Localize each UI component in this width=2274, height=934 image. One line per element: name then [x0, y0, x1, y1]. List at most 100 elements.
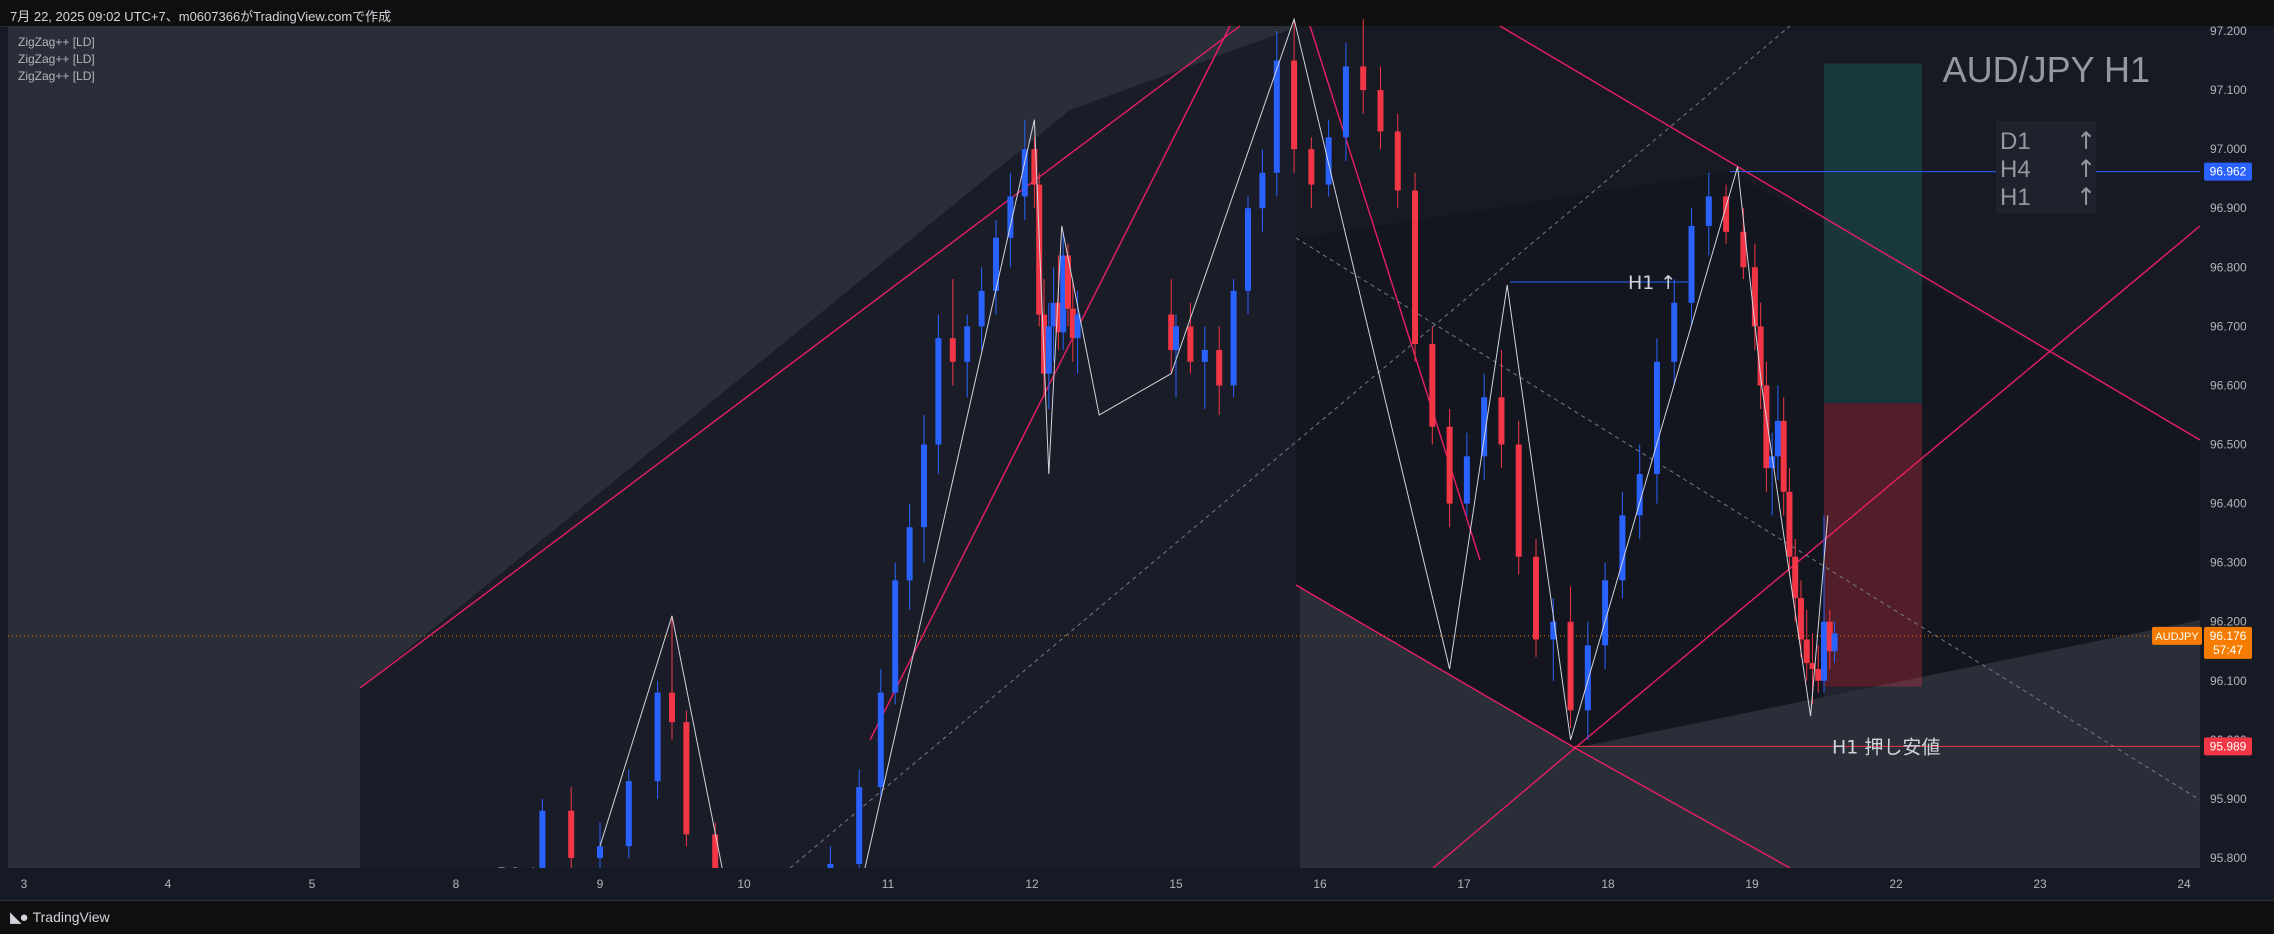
brand-name: TradingView — [32, 909, 110, 925]
candle-body[interactable] — [1259, 172, 1266, 209]
candle-body[interactable] — [1463, 456, 1470, 504]
candle-body[interactable] — [1201, 349, 1208, 362]
x-axis-tick-label: 22 — [1889, 877, 1903, 891]
candle-body[interactable] — [1763, 385, 1770, 469]
candle-body[interactable] — [1065, 255, 1071, 309]
candle-body[interactable] — [1515, 444, 1522, 557]
y-axis-tick-label: 96.500 — [2210, 438, 2247, 452]
candle-body[interactable] — [1831, 633, 1838, 652]
indicator-label[interactable]: ZigZag++ [LD] — [18, 68, 95, 85]
candle-body[interactable] — [1291, 60, 1298, 150]
candle-body[interactable] — [1273, 60, 1280, 173]
candle-body[interactable] — [1815, 668, 1822, 681]
x-axis-tick-label: 5 — [309, 877, 316, 891]
y-axis-tick-label: 95.900 — [2210, 792, 2247, 806]
y-axis-tick-label: 97.000 — [2210, 142, 2247, 156]
footer-bar — [0, 900, 2274, 934]
candle-body[interactable] — [1671, 302, 1678, 362]
price-chart[interactable]: AUD/JPY H1D1↑H4↑H1↑H1 ↑H1 押し安値D1 ↑97.200… — [0, 0, 2274, 900]
support-price-label: 95.989 — [2210, 739, 2247, 753]
candle-body[interactable] — [1187, 326, 1194, 362]
trend-table-timeframe: H4 — [2000, 156, 2031, 183]
y-axis-tick-label: 95.800 — [2210, 851, 2247, 865]
candle-body[interactable] — [1803, 639, 1810, 664]
candle-body[interactable] — [906, 527, 913, 581]
candle-body[interactable] — [1705, 196, 1712, 226]
candle-body[interactable] — [1245, 208, 1251, 291]
x-axis-tick-label: 17 — [1457, 877, 1471, 891]
h1-high-annotation: H1 ↑ — [1628, 272, 1676, 294]
candle-body[interactable] — [654, 692, 661, 782]
indicator-legend: ZigZag++ [LD] ZigZag++ [LD] ZigZag++ [LD… — [18, 34, 95, 85]
candle-body[interactable] — [1446, 426, 1453, 504]
indicator-label[interactable]: ZigZag++ [LD] — [18, 34, 95, 51]
h1-support-annotation: H1 押し安値 — [1832, 736, 1940, 758]
candle-body[interactable] — [1412, 190, 1419, 345]
position-target-zone[interactable] — [1824, 63, 1922, 404]
candle-body[interactable] — [1688, 225, 1695, 303]
candle-body[interactable] — [1498, 397, 1505, 445]
candle-body[interactable] — [1821, 621, 1827, 681]
x-axis-tick-label: 9 — [597, 877, 604, 891]
candle-body[interactable] — [1325, 137, 1332, 185]
x-axis-panel[interactable] — [0, 868, 2274, 900]
candle-body[interactable] — [1216, 349, 1223, 386]
x-axis-tick-label: 24 — [2177, 877, 2191, 891]
candle-body[interactable] — [625, 781, 632, 847]
candle-body[interactable] — [1173, 326, 1179, 350]
candle-body[interactable] — [1584, 645, 1591, 711]
candle-body[interactable] — [892, 580, 899, 693]
trend-table-arrow-icon: ↑ — [2076, 155, 2096, 183]
x-axis-tick-label: 16 — [1313, 877, 1327, 891]
candle-body[interactable] — [1780, 420, 1787, 492]
x-axis-tick-label: 18 — [1601, 877, 1615, 891]
candle-body[interactable] — [1377, 90, 1384, 132]
candle-body[interactable] — [568, 810, 575, 858]
candle-body[interactable] — [683, 722, 690, 835]
candle-body[interactable] — [1533, 556, 1539, 640]
candle-body[interactable] — [935, 338, 942, 445]
candle-body[interactable] — [1653, 361, 1660, 475]
resistance-price-label: 96.962 — [2210, 165, 2247, 179]
y-axis-tick-label: 97.200 — [2210, 24, 2247, 38]
y-axis-tick-label: 96.800 — [2210, 260, 2247, 274]
candle-body[interactable] — [597, 846, 603, 858]
x-axis-tick-label: 3 — [21, 877, 28, 891]
candle-body[interactable] — [964, 326, 971, 362]
candle-body[interactable] — [1786, 491, 1793, 557]
candle-body[interactable] — [1797, 598, 1804, 640]
indicator-label[interactable]: ZigZag++ [LD] — [18, 51, 95, 68]
candle-body[interactable] — [1342, 66, 1349, 138]
candle-body[interactable] — [1567, 621, 1574, 711]
candle-body[interactable] — [921, 444, 927, 528]
x-axis-tick-label: 4 — [165, 877, 172, 891]
candle-body[interactable] — [949, 338, 956, 362]
position-stop-zone[interactable] — [1824, 403, 1922, 687]
x-axis-tick-label: 8 — [453, 877, 460, 891]
tradingview-brand[interactable]: ◣● TradingView — [10, 908, 110, 926]
candle-body[interactable] — [877, 692, 884, 788]
candle-body[interactable] — [669, 692, 675, 723]
trend-table-arrow-icon: ↑ — [2076, 127, 2096, 155]
candle-body[interactable] — [1394, 131, 1401, 191]
x-axis-tick-label: 19 — [1745, 877, 1759, 891]
y-axis-tick-label: 96.700 — [2210, 319, 2247, 333]
candle-body[interactable] — [993, 237, 999, 291]
candle-body[interactable] — [1429, 344, 1436, 427]
tradingview-logo-icon: ◣● — [10, 909, 29, 926]
candle-body[interactable] — [1308, 149, 1315, 185]
trend-table-timeframe: H1 — [2000, 184, 2031, 211]
candle-body[interactable] — [1792, 556, 1799, 599]
candle-body[interactable] — [856, 787, 863, 864]
x-axis-tick-label: 11 — [882, 877, 895, 891]
trend-table-timeframe: D1 — [2000, 128, 2031, 155]
y-axis-tick-label: 96.300 — [2210, 556, 2247, 570]
y-axis-tick-label: 96.100 — [2210, 674, 2247, 688]
candle-body[interactable] — [1751, 267, 1758, 327]
candle-body[interactable] — [1045, 326, 1052, 374]
candle-body[interactable] — [1230, 290, 1237, 386]
candle-body[interactable] — [1360, 66, 1367, 91]
candle-body[interactable] — [978, 290, 985, 327]
candle-body[interactable] — [1774, 420, 1781, 457]
y-axis-tick-label: 96.600 — [2210, 378, 2247, 392]
